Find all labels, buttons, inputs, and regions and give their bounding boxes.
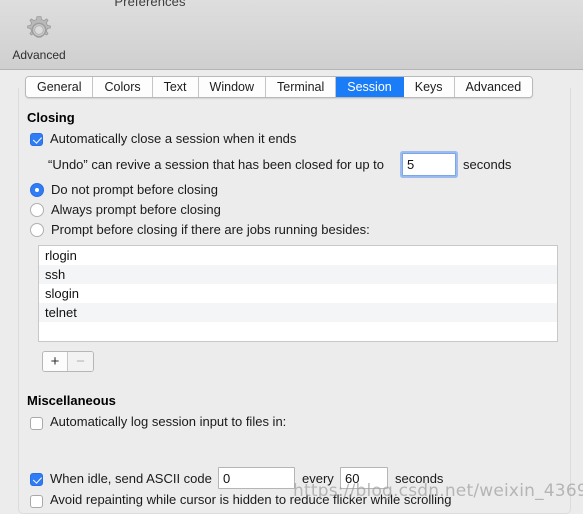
idle-interval-unit-label: seconds bbox=[395, 471, 444, 486]
tab-keys[interactable]: Keys bbox=[403, 77, 455, 97]
toolbar-item-label: Advanced bbox=[12, 48, 66, 62]
radio-prompt-if-jobs[interactable] bbox=[30, 223, 44, 237]
tab-bar: General Colors Text Window Terminal Sess… bbox=[25, 76, 534, 98]
radio-do-not-prompt-label: Do not prompt before closing bbox=[51, 182, 218, 197]
window-toolbar: Preferences r Advanced bbox=[0, 0, 583, 70]
undo-seconds-unit-label: seconds bbox=[463, 157, 512, 172]
toolbar-item-advanced[interactable]: Advanced bbox=[10, 14, 68, 62]
list-item[interactable]: telnet bbox=[39, 303, 557, 322]
tab-terminal[interactable]: Terminal bbox=[266, 77, 337, 97]
tab-session[interactable]: Session bbox=[336, 77, 404, 97]
tab-colors[interactable]: Colors bbox=[93, 77, 153, 97]
auto-log-session-label: Automatically log session input to files… bbox=[50, 414, 287, 429]
avoid-repaint-checkbox[interactable] bbox=[30, 495, 43, 508]
radio-always-prompt[interactable] bbox=[30, 203, 44, 217]
radio-prompt-if-jobs-label: Prompt before closing if there are jobs … bbox=[51, 222, 370, 237]
auto-close-session-checkbox[interactable] bbox=[30, 133, 43, 146]
radio-do-not-prompt[interactable] bbox=[30, 183, 44, 197]
idle-ascii-checkbox[interactable] bbox=[30, 473, 43, 486]
list-item[interactable]: slogin bbox=[39, 284, 557, 303]
idle-ascii-prefix-label: When idle, send ASCII code bbox=[50, 471, 212, 486]
idle-interval-input[interactable] bbox=[340, 467, 388, 489]
tab-general[interactable]: General bbox=[26, 77, 94, 97]
tab-advanced[interactable]: Advanced bbox=[454, 77, 533, 97]
list-item[interactable]: ssh bbox=[39, 265, 557, 284]
remove-job-button: − bbox=[68, 352, 93, 371]
session-settings-pane: Closing Automatically close a session wh… bbox=[0, 98, 583, 514]
auto-log-session-checkbox[interactable] bbox=[30, 417, 43, 430]
jobs-list[interactable]: rlogin ssh slogin telnet bbox=[38, 245, 558, 342]
undo-revive-prefix-label: “Undo” can revive a session that has bee… bbox=[48, 157, 385, 172]
tab-text[interactable]: Text bbox=[152, 77, 199, 97]
auto-close-session-label: Automatically close a session when it en… bbox=[50, 131, 297, 146]
avoid-repaint-label: Avoid repainting while cursor is hidden … bbox=[50, 492, 452, 507]
gear-icon bbox=[10, 14, 68, 46]
miscellaneous-section-title: Miscellaneous bbox=[27, 393, 116, 408]
window-title: Preferences bbox=[114, 0, 186, 9]
radio-always-prompt-label: Always prompt before closing bbox=[51, 202, 221, 217]
idle-ascii-every-label: every bbox=[302, 471, 334, 486]
tab-window[interactable]: Window bbox=[198, 77, 267, 97]
undo-seconds-input[interactable] bbox=[402, 153, 456, 176]
ascii-code-input[interactable] bbox=[218, 467, 295, 489]
add-job-button[interactable]: + bbox=[43, 352, 68, 371]
closing-section-title: Closing bbox=[27, 110, 75, 125]
list-add-remove-toolbar: + − bbox=[42, 351, 94, 372]
list-item[interactable]: rlogin bbox=[39, 246, 557, 265]
